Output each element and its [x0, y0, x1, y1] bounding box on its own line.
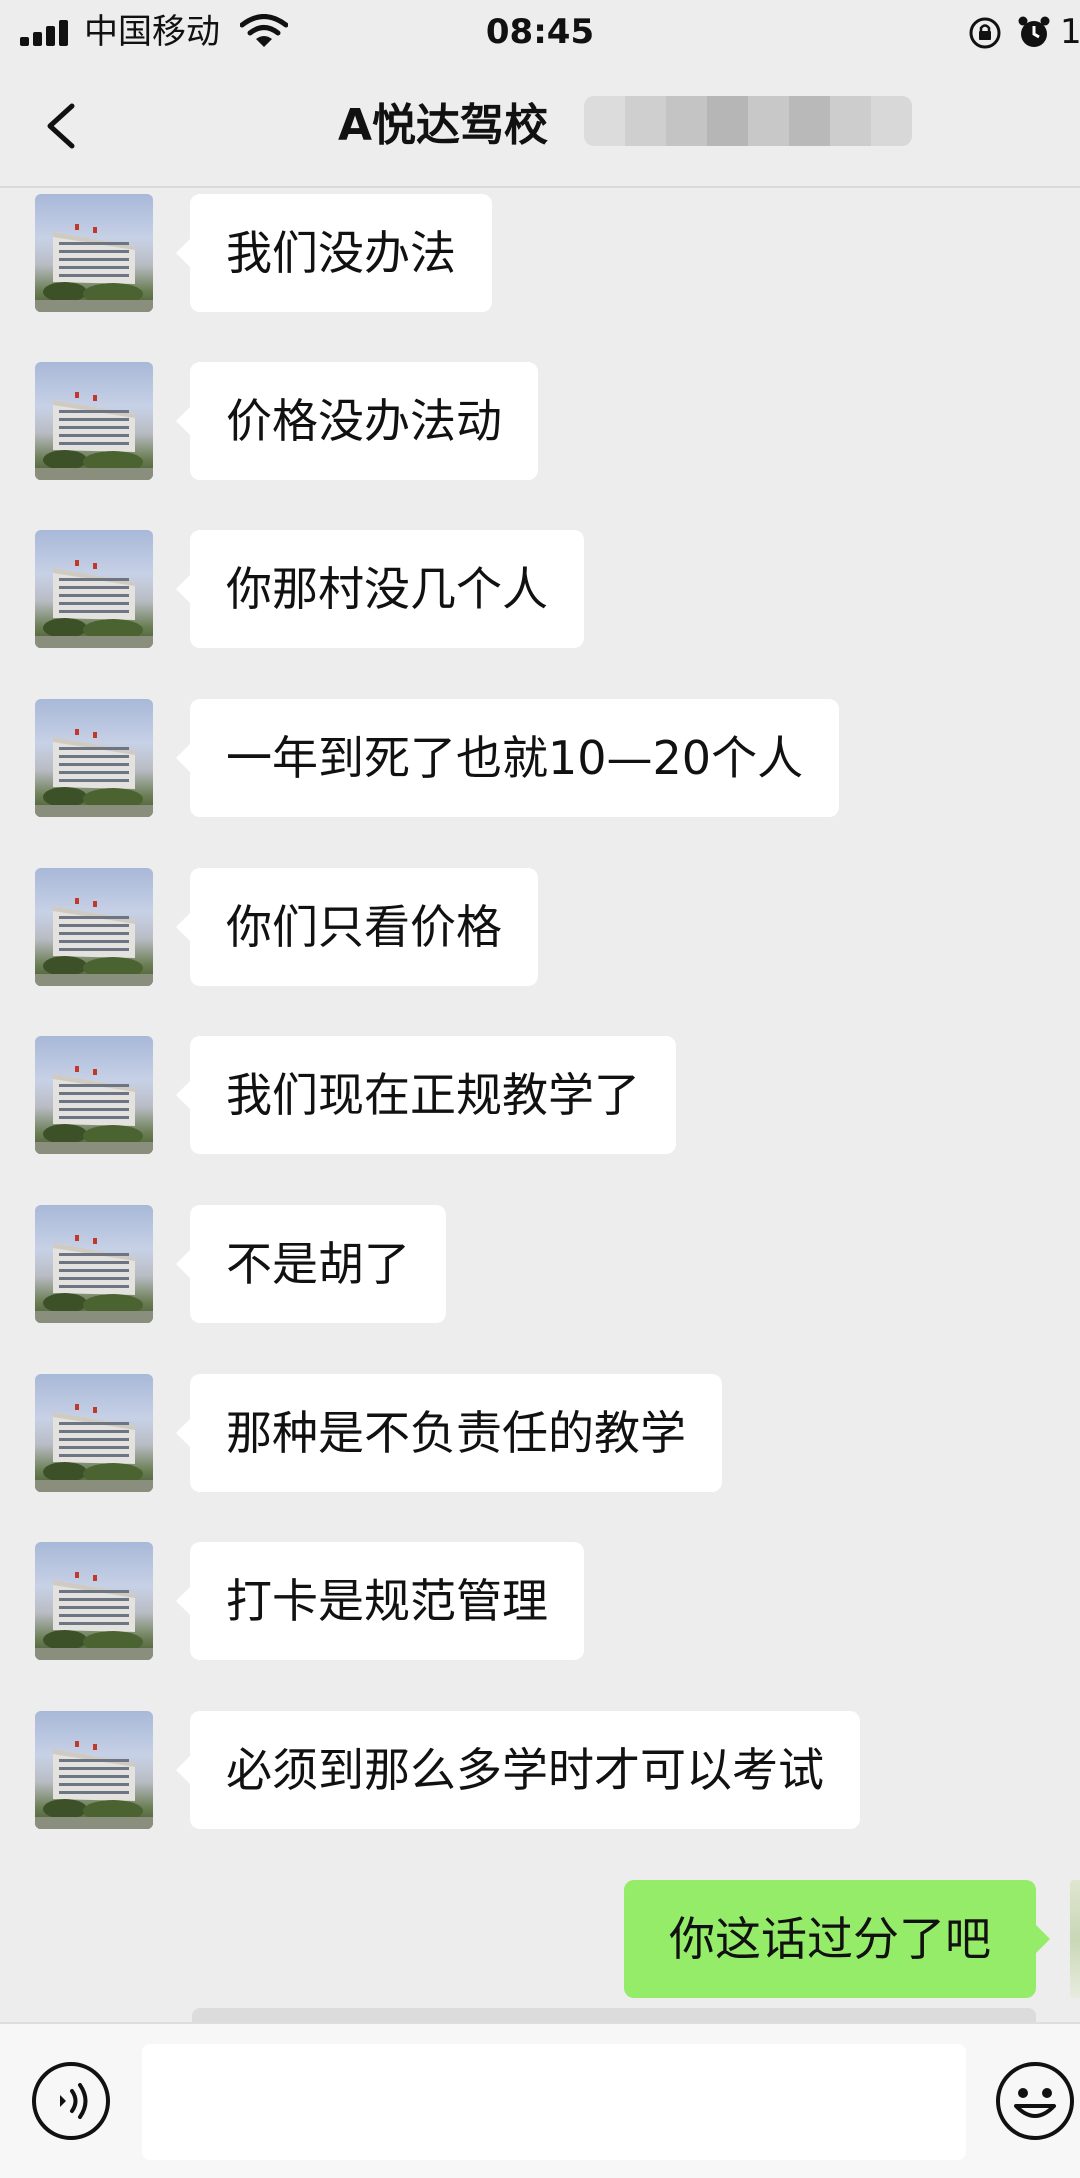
chat-title[interactable]: A悦达驾校: [338, 94, 548, 158]
contact-avatar[interactable]: [35, 1542, 153, 1660]
building-photo-icon: [35, 898, 153, 986]
contact-avatar[interactable]: [35, 1374, 153, 1492]
building-photo-icon: [35, 1404, 153, 1492]
message-row: 那种是不负责任的教学: [0, 1374, 1080, 1494]
contact-avatar[interactable]: [35, 868, 153, 986]
status-bar: 中国移动 08:45 10: [0, 0, 1080, 64]
self-avatar[interactable]: [1070, 1880, 1080, 1998]
chevron-left-icon[interactable]: [36, 94, 88, 158]
contact-avatar[interactable]: [35, 1205, 153, 1323]
status-icons: 10: [968, 12, 1080, 52]
contact-avatar[interactable]: [35, 362, 153, 480]
emoji-icon[interactable]: [994, 2060, 1076, 2142]
alarm-icon: [1018, 16, 1050, 47]
building-photo-icon: [35, 1066, 153, 1154]
contact-avatar[interactable]: [35, 530, 153, 648]
message-row: 你那村没几个人: [0, 530, 1080, 650]
rotation-lock-icon: [969, 17, 1001, 49]
building-photo-icon: [35, 560, 153, 648]
chat-header: A悦达驾校: [0, 64, 1080, 188]
message-bubble-incoming[interactable]: 我们现在正规教学了: [176, 1036, 676, 1154]
message-row: 不是胡了: [0, 1205, 1080, 1325]
message-bubble-incoming[interactable]: 那种是不负责任的教学: [176, 1374, 722, 1492]
message-row: 我们现在正规教学了: [0, 1036, 1080, 1156]
title-redaction: [584, 96, 912, 146]
building-photo-icon: [35, 1741, 153, 1829]
contact-avatar[interactable]: [35, 1036, 153, 1154]
message-bubble-incoming[interactable]: 一年到死了也就10—20个人: [175, 699, 840, 817]
input-bar: [0, 2022, 1080, 2178]
building-photo-icon: [35, 392, 153, 480]
building-photo-icon: [35, 224, 153, 312]
contact-avatar[interactable]: [35, 1711, 153, 1829]
building-photo-icon: [35, 1235, 153, 1323]
battery-percent: 10: [1060, 12, 1080, 52]
voice-icon[interactable]: [30, 2060, 112, 2142]
building-photo-icon: [35, 1572, 153, 1660]
message-bubble-incoming[interactable]: 打卡是规范管理: [176, 1542, 584, 1660]
message-bubble-outgoing[interactable]: 你这话过分了吧: [624, 1880, 1050, 1998]
message-bubble-incoming[interactable]: 你那村没几个人: [176, 530, 584, 648]
message-row: 打卡是规范管理: [0, 1542, 1080, 1662]
next-message-edge: [192, 2008, 1036, 2022]
message-input[interactable]: [142, 2044, 966, 2160]
message-row: 必须到那么多学时才可以考试: [0, 1711, 1080, 1831]
message-bubble-incoming[interactable]: 不是胡了: [176, 1205, 446, 1323]
building-photo-icon: [35, 729, 153, 817]
message-row: 价格没办法动: [0, 362, 1080, 482]
message-bubble-incoming[interactable]: 价格没办法动: [176, 362, 538, 480]
message-row: 一年到死了也就10—20个人: [0, 699, 1080, 819]
message-bubble-incoming[interactable]: 我们没办法: [176, 194, 492, 312]
message-row: 你们只看价格: [0, 868, 1080, 988]
contact-avatar[interactable]: [35, 699, 153, 817]
message-row: 我们没办法: [0, 194, 1080, 314]
message-bubble-incoming[interactable]: 你们只看价格: [176, 868, 538, 986]
contact-avatar[interactable]: [35, 194, 153, 312]
message-bubble-incoming[interactable]: 必须到那么多学时才可以考试: [176, 1711, 860, 1829]
status-time: 08:45: [485, 12, 595, 52]
